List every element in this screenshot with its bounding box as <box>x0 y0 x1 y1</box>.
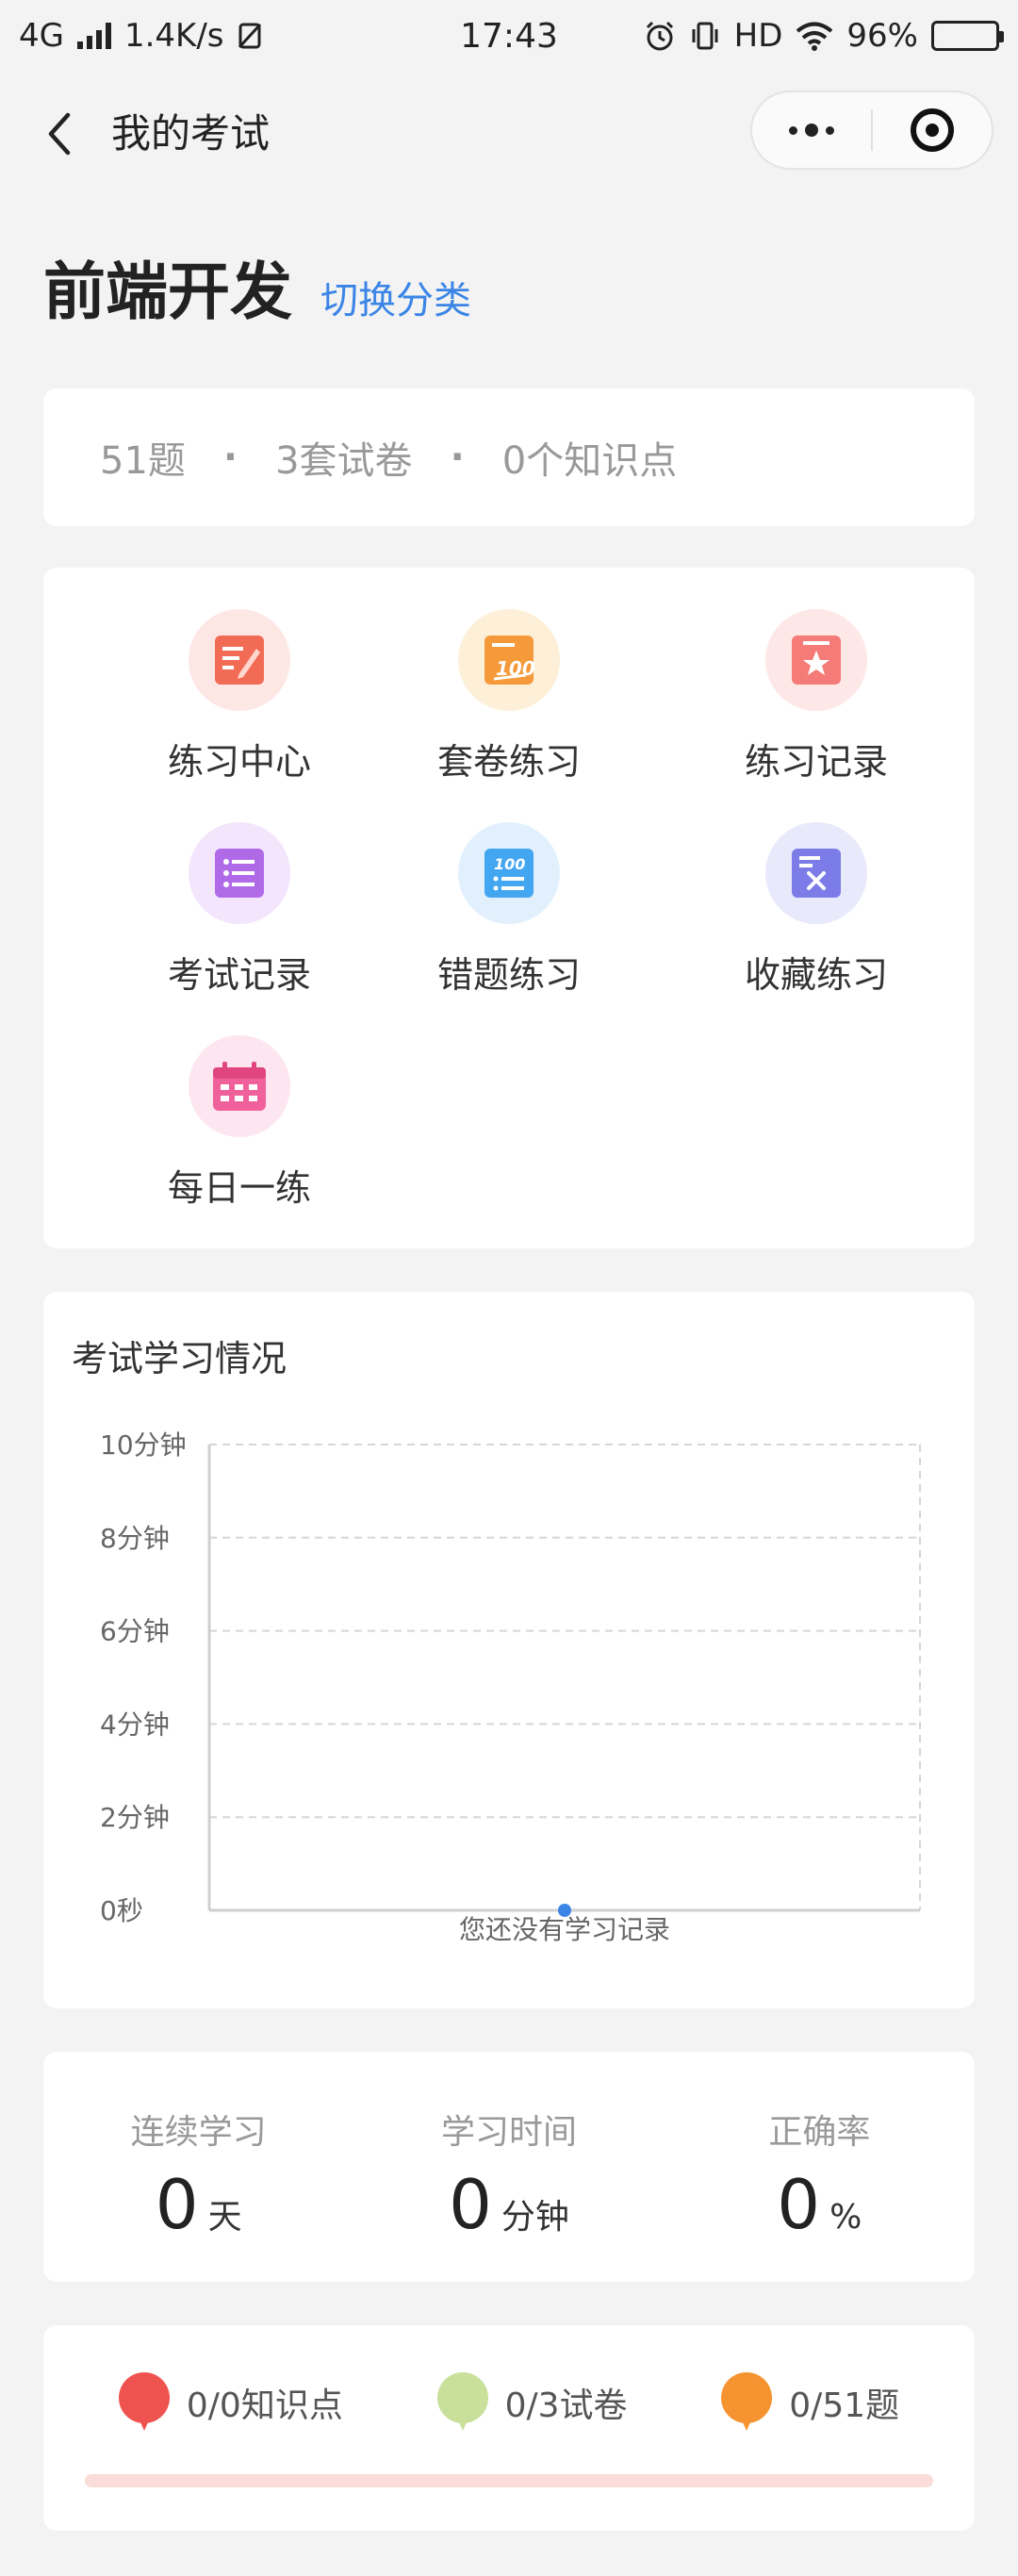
practice-center-icon <box>215 636 264 685</box>
menu-label: 练习记录 <box>744 741 888 783</box>
hd-badge: HD <box>733 17 783 55</box>
no-sim-icon <box>238 23 261 49</box>
battery-percent: 96% <box>846 17 918 55</box>
menu-label: 收藏练习 <box>744 954 888 996</box>
progress-legend: 0/0知识点 0/3试卷 0/51题 <box>43 2372 975 2433</box>
stat-study-time: 学习时间 0 分钟 <box>353 2052 664 2282</box>
menu-icon-circle <box>189 822 290 924</box>
menu-label: 考试记录 <box>167 954 311 996</box>
y-tick-label: 2分钟 <box>100 1802 170 1833</box>
menu-item-wrong-questions[interactable]: 100 错题练习 <box>368 822 650 998</box>
stat-unit: 天 <box>207 2198 242 2237</box>
wifi-icon <box>796 22 833 51</box>
menu-label: 错题练习 <box>436 954 581 996</box>
menu-icon-circle <box>189 1035 290 1137</box>
calendar-icon <box>213 1062 266 1111</box>
stat-value: 0 天 <box>43 2167 353 2242</box>
paper-100-icon: 100 <box>484 636 535 685</box>
menu-icon-circle: 100 <box>458 609 560 711</box>
y-tick-label: 4分钟 <box>100 1709 170 1740</box>
vibrate-icon <box>692 22 718 50</box>
menu-item-practice-center[interactable]: 练习中心 <box>98 609 381 784</box>
separator: · <box>222 436 238 479</box>
progress-bar <box>85 2474 933 2487</box>
empty-message: 您还没有学习记录 <box>459 1914 670 1945</box>
menu-icon-circle <box>189 609 290 711</box>
stat-label: 连续学习 <box>130 2113 267 2152</box>
menu-label: 套卷练习 <box>436 741 581 783</box>
legend-label: 0/51题 <box>789 2386 900 2425</box>
signal-icon <box>76 23 111 49</box>
stat-value: 0 % <box>665 2167 975 2242</box>
legend-papers: 0/3试卷 <box>436 2372 628 2433</box>
target-icon <box>911 108 954 152</box>
menu-icon-circle <box>765 609 867 711</box>
knowledge-point-count: 0个知识点 <box>501 439 678 483</box>
summary-card: 51题 · 3套试卷 · 0个知识点 <box>43 388 975 526</box>
stat-accuracy: 正确率 0 % <box>665 2052 975 2282</box>
more-dots-icon <box>789 124 834 137</box>
category-heading: 前端开发 切换分类 <box>43 241 471 332</box>
stat-unit: % <box>829 2198 862 2237</box>
y-tick-label: 6分钟 <box>100 1616 170 1647</box>
menu-icon-circle: 100 <box>458 822 560 924</box>
legend-knowledge-points: 0/0知识点 <box>118 2372 343 2433</box>
location-pin-icon <box>118 2372 170 2433</box>
wrong-question-icon: 100 <box>484 849 534 898</box>
network-speed: 1.4K/s <box>123 17 224 55</box>
legend-label: 0/0知识点 <box>186 2386 343 2425</box>
back-button[interactable] <box>36 107 83 160</box>
status-right: HD 96% <box>644 17 1004 55</box>
location-pin-icon <box>436 2372 488 2433</box>
y-tick-label: 10分钟 <box>100 1429 187 1461</box>
question-count: 51题 <box>100 439 186 483</box>
star-record-icon <box>792 636 841 685</box>
menu-grid: 练习中心 100 套卷练习 练习记录 考试记录 100 错题练习 收藏练习 每日 <box>43 568 975 1248</box>
separator: · <box>450 436 465 479</box>
status-left: 4G 1.4K/s <box>19 17 262 55</box>
nav-bar: 我的考试 <box>0 87 1018 181</box>
location-pin-icon <box>721 2372 773 2433</box>
alarm-icon <box>646 21 673 51</box>
menu-item-daily-practice[interactable]: 每日一练 <box>98 1035 381 1211</box>
stats-card: 连续学习 0 天 学习时间 0 分钟 正确率 0 % <box>43 2052 975 2282</box>
menu-item-favorite-practice[interactable]: 收藏练习 <box>675 822 958 998</box>
svg-text:100: 100 <box>494 855 525 873</box>
paper-count: 3套试卷 <box>275 439 413 483</box>
more-button[interactable] <box>752 92 871 168</box>
legend-questions: 0/51题 <box>721 2372 899 2433</box>
battery-icon <box>931 21 1004 51</box>
menu-icon-circle <box>765 822 867 924</box>
stat-value: 0 分钟 <box>353 2167 664 2242</box>
menu-label: 练习中心 <box>167 741 311 783</box>
stat-label: 学习时间 <box>440 2113 577 2152</box>
miniprogram-capsule <box>750 91 993 170</box>
menu-label: 每日一练 <box>167 1167 311 1209</box>
stat-unit: 分钟 <box>501 2198 569 2237</box>
y-tick-label: 8分钟 <box>100 1523 170 1554</box>
favorite-practice-icon <box>792 849 841 898</box>
study-chart: 0秒 2分钟 4分钟 6分钟 8分钟 10分钟您还没有学习记录 <box>100 1429 921 1945</box>
category-title: 前端开发 <box>43 256 292 328</box>
network-type: 4G <box>19 17 64 55</box>
y-tick-label: 0秒 <box>100 1895 143 1926</box>
menu-item-practice-record[interactable]: 练习记录 <box>675 609 958 784</box>
switch-category-link[interactable]: 切换分类 <box>320 270 471 324</box>
stat-streak: 连续学习 0 天 <box>43 2052 353 2282</box>
menu-item-paper-practice[interactable]: 100 套卷练习 <box>368 609 650 784</box>
stat-number: 0 <box>777 2165 821 2244</box>
back-arrow-icon <box>48 112 71 156</box>
list-record-icon <box>215 849 264 898</box>
stat-label: 正确率 <box>768 2113 871 2152</box>
menu-item-exam-record[interactable]: 考试记录 <box>98 822 381 998</box>
status-bar: 4G 1.4K/s 17:43 HD 96% <box>0 0 1018 72</box>
progress-card: 0/0知识点 0/3试卷 0/51题 <box>43 2325 975 2531</box>
stat-number: 0 <box>155 2165 199 2244</box>
close-miniprogram-button[interactable] <box>873 92 992 168</box>
stat-number: 0 <box>449 2165 492 2244</box>
study-chart-card: 考试学习情况 0秒 2分钟 4分钟 6分钟 8分钟 10分钟 您还没有学习记录 <box>43 1292 975 2008</box>
page-title: 我的考试 <box>111 110 271 157</box>
legend-label: 0/3试卷 <box>504 2386 628 2425</box>
